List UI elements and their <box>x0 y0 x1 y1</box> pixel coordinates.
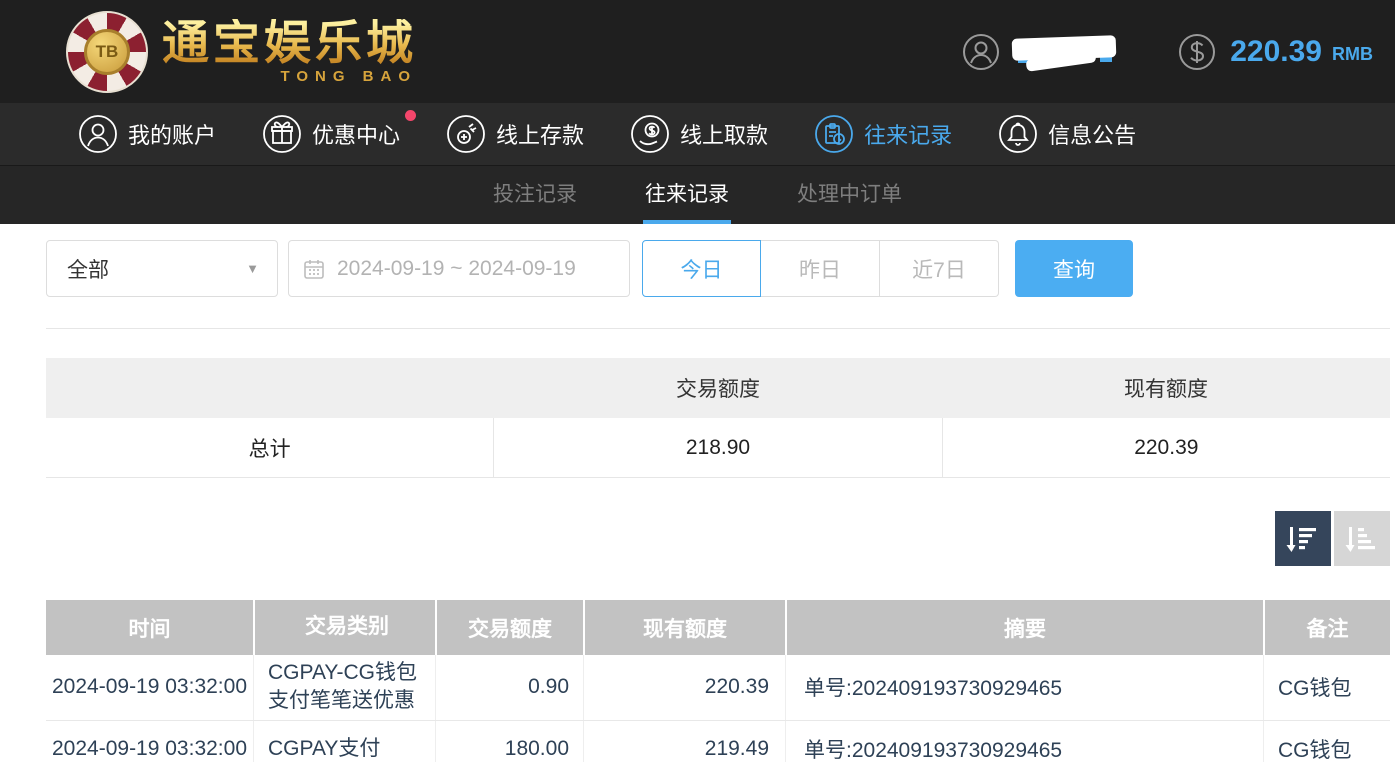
sort-ascending-button[interactable] <box>1334 511 1390 566</box>
brand-name-cn: 通宝娱乐城 <box>162 16 417 69</box>
withdraw-icon <box>630 114 670 154</box>
category-selected-value: 全部 <box>67 258 109 282</box>
filter-row: 全部 ▼ 2024-09-19 ~ 2024-09-19 今日 昨日 近7日 查… <box>46 240 1390 297</box>
tab-transaction-records[interactable]: 往来记录 <box>643 166 731 224</box>
col-header-time: 时间 <box>128 617 171 641</box>
cell-amount: 0.90 <box>435 655 583 720</box>
quick-btn-today[interactable]: 今日 <box>642 240 761 297</box>
nav-item-label: 线上存款 <box>496 123 585 148</box>
summary-total-row: 总计 218.90 220.39 <box>46 418 1390 478</box>
gift-icon <box>262 114 302 154</box>
quick-btn-yesterday[interactable]: 昨日 <box>761 240 880 297</box>
cell-summary: 单号:202409193730929465 <box>785 720 1263 762</box>
chevron-down-icon: ▼ <box>246 261 259 276</box>
summary-total-balance: 220.39 <box>941 418 1390 477</box>
user-avatar-icon[interactable] <box>962 33 1000 71</box>
cell-time: 2024-09-19 03:32:00 <box>52 675 247 699</box>
cell-type: CGPAY-CG钱包支付笔笔送优惠 <box>253 655 435 720</box>
sort-ascending-icon <box>1345 526 1375 552</box>
tab-betting-records[interactable]: 投注记录 <box>491 166 579 224</box>
cell-summary: 单号:202409193730929465 <box>785 655 1263 720</box>
casino-chip-icon: TB <box>66 10 148 93</box>
nav-item-label: 往来记录 <box>864 123 953 148</box>
deposit-icon <box>446 114 486 154</box>
col-header-summary: 摘要 <box>785 600 1263 655</box>
nav-item-deposit[interactable]: 线上存款 <box>446 114 584 154</box>
sort-controls <box>46 511 1390 566</box>
bell-icon <box>998 114 1038 154</box>
balance-amount: 220.39 <box>1230 34 1322 68</box>
account-icon <box>78 114 118 154</box>
username-redacted[interactable] <box>1011 34 1120 72</box>
notification-dot <box>405 110 417 121</box>
cell-note: CG钱包 <box>1263 720 1390 762</box>
nav-item-label: 我的账户 <box>128 123 217 148</box>
summary-header-balance: 现有额度 <box>1124 378 1208 401</box>
nav-item-label: 线上取款 <box>680 123 769 148</box>
cell-amount: 180.00 <box>435 720 583 762</box>
account-area: 220.39 RMB <box>962 33 1373 72</box>
brand-logo[interactable]: TB 通宝娱乐城 TONG BAO <box>66 10 417 93</box>
cell-type: CGPAY支付 <box>253 720 435 762</box>
balance-currency: RMB <box>1332 44 1373 64</box>
col-header-balance: 现有额度 <box>583 600 785 655</box>
cell-note: CG钱包 <box>1263 655 1390 720</box>
table-row[interactable]: 2024-09-19 03:32:00 CGPAY-CG钱包支付笔笔送优惠 0.… <box>46 655 1390 721</box>
summary-header-transaction: 交易额度 <box>676 378 760 401</box>
summary-total-label: 总计 <box>248 437 291 461</box>
main-nav: 我的账户 优惠中心 线上存款 线上取款 往来记录 信息公告 <box>0 103 1395 165</box>
sort-descending-button[interactable] <box>1275 511 1331 566</box>
sub-tab-bar: 投注记录 往来记录 处理中订单 <box>0 165 1395 224</box>
quick-date-group: 今日 昨日 近7日 <box>642 240 999 297</box>
records-table: 时间 交易类别 交易额度 现有额度 摘要 备注 2024-09-19 03:32… <box>46 600 1390 762</box>
summary-table: 交易额度 现有额度 总计 218.90 220.39 <box>46 358 1390 478</box>
horizontal-divider <box>46 328 1390 329</box>
col-header-note: 备注 <box>1263 600 1390 655</box>
summary-header-empty <box>46 358 494 418</box>
table-header-row: 时间 交易类别 交易额度 现有额度 摘要 备注 <box>46 600 1390 655</box>
date-range-input[interactable]: 2024-09-19 ~ 2024-09-19 <box>288 240 630 297</box>
quick-btn-last7days[interactable]: 近7日 <box>880 240 999 297</box>
col-header-amount: 交易额度 <box>435 600 583 655</box>
brand-name-en: TONG BAO <box>280 68 417 85</box>
nav-item-withdraw[interactable]: 线上取款 <box>630 114 768 154</box>
cell-time: 2024-09-19 03:32:00 <box>52 736 247 760</box>
nav-item-transaction-records[interactable]: 往来记录 <box>814 114 952 154</box>
cell-balance: 219.49 <box>583 720 785 762</box>
col-header-type: 交易类别 <box>253 600 435 655</box>
sort-descending-icon <box>1286 526 1316 552</box>
top-header: TB 通宝娱乐城 TONG BAO 220.39 RMB <box>0 0 1395 103</box>
nav-item-label: 信息公告 <box>1048 123 1137 148</box>
chip-initials: TB <box>84 28 130 75</box>
main-content: 全部 ▼ 2024-09-19 ~ 2024-09-19 今日 昨日 近7日 查… <box>46 240 1390 762</box>
date-range-value: 2024-09-19 ~ 2024-09-19 <box>337 256 576 280</box>
category-select[interactable]: 全部 ▼ <box>46 240 278 297</box>
dollar-coin-icon <box>1178 33 1216 71</box>
nav-item-label: 优惠中心 <box>312 123 401 148</box>
tab-processing-orders[interactable]: 处理中订单 <box>795 166 904 224</box>
query-button[interactable]: 查询 <box>1015 240 1133 297</box>
table-row[interactable]: 2024-09-19 03:32:00 CGPAY支付 180.00 219.4… <box>46 720 1390 762</box>
summary-total-transaction: 218.90 <box>493 418 941 477</box>
nav-item-my-account[interactable]: 我的账户 <box>78 114 216 154</box>
nav-item-promotions[interactable]: 优惠中心 <box>262 110 417 154</box>
calendar-icon <box>303 258 325 280</box>
summary-header-row: 交易额度 现有额度 <box>46 358 1390 418</box>
cell-balance: 220.39 <box>583 655 785 720</box>
balance-group[interactable]: 220.39 RMB <box>1178 33 1373 71</box>
nav-item-announcements[interactable]: 信息公告 <box>998 114 1136 154</box>
records-icon <box>814 114 854 154</box>
